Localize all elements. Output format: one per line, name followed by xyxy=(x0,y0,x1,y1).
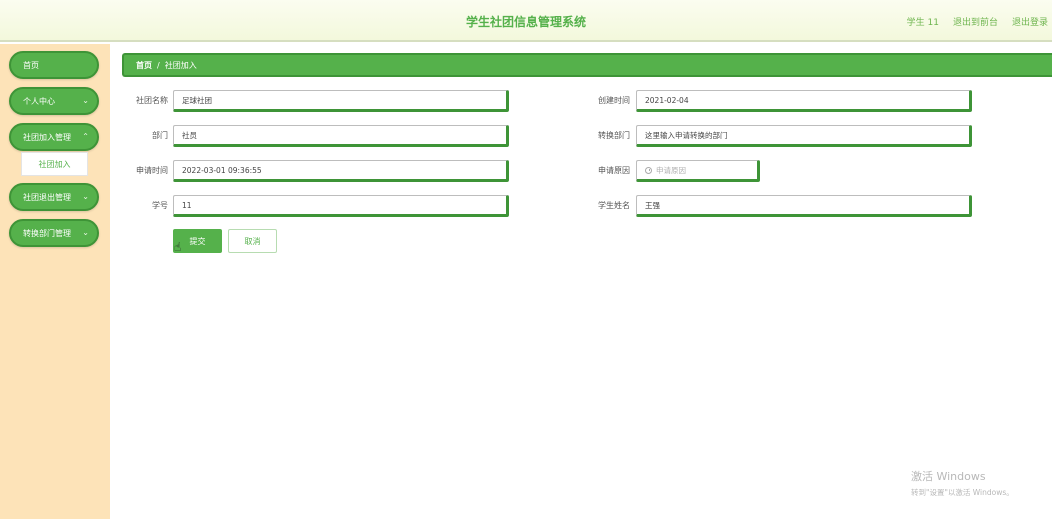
create-time-field[interactable]: 2021-02-04 xyxy=(636,90,972,112)
sidebar-item-home[interactable]: 首页 xyxy=(9,51,99,79)
department-field[interactable]: 社员 xyxy=(173,125,509,147)
transfer-dept-field[interactable]: 这里输入申请转换的部门 xyxy=(636,125,972,147)
clock-icon xyxy=(645,166,652,174)
club-name-field[interactable]: 足球社团 xyxy=(173,90,509,112)
app-title: 学生社团信息管理系统 xyxy=(465,15,586,29)
chevron-up-icon: ⌃ xyxy=(82,132,89,142)
apply-reason-field[interactable]: 申请原因 xyxy=(636,160,760,182)
sidebar-item-label: 个人中心 xyxy=(23,96,55,106)
sidebar-item-label: 社团退出管理 xyxy=(23,192,71,202)
student-no-label: 学号 xyxy=(152,201,168,210)
breadcrumb-current: 社团加入 xyxy=(164,60,197,70)
transfer-dept-label: 转换部门 xyxy=(598,131,630,140)
student-name-label: 学生姓名 xyxy=(598,201,630,210)
apply-reason-placeholder: 申请原因 xyxy=(656,165,686,175)
breadcrumb-home[interactable]: 首页 xyxy=(136,60,152,71)
apply-reason-label: 申请原因 xyxy=(598,166,630,175)
chevron-down-icon: ⌄ xyxy=(82,228,89,238)
breadcrumb-separator: / xyxy=(157,60,160,70)
cancel-button[interactable]: 取消 xyxy=(228,229,277,253)
sidebar-item-label: 社团加入管理 xyxy=(23,132,71,142)
apply-time-field[interactable]: 2022-03-01 09:36:55 xyxy=(173,160,509,182)
sidebar-item-personal-center[interactable]: 个人中心 ⌄ xyxy=(9,87,99,115)
club-name-label: 社团名称 xyxy=(136,96,168,105)
windows-activation-watermark: 激活 Windows 转到"设置"以激活 Windows。 xyxy=(911,468,1014,498)
student-name-field[interactable]: 王强 xyxy=(636,195,972,217)
chevron-down-icon: ⌄ xyxy=(82,96,89,106)
sidebar-item-label: 转换部门管理 xyxy=(23,228,71,238)
sidebar-item-dept-transfer-management[interactable]: 转换部门管理 ⌄ xyxy=(9,219,99,247)
department-label: 部门 xyxy=(152,131,168,140)
header-actions: 学生 11 退出到前台 退出登录 xyxy=(907,15,1048,28)
sidebar-item-label: 首页 xyxy=(23,60,39,70)
breadcrumb: 首页 / 社团加入 xyxy=(122,53,1052,77)
top-header: 学生社团信息管理系统 学生 11 退出到前台 退出登录 xyxy=(0,0,1052,42)
watermark-line2: 转到"设置"以激活 Windows。 xyxy=(911,488,1014,497)
sidebar-item-club-exit-management[interactable]: 社团退出管理 ⌄ xyxy=(9,183,99,211)
create-time-label: 创建时间 xyxy=(598,96,630,105)
sidebar: 首页 个人中心 ⌄ 社团加入管理 ⌃ 社团加入 社团退出管理 ⌄ 转换部门管理 … xyxy=(0,44,110,519)
back-to-front-link[interactable]: 退出到前台 xyxy=(953,15,998,28)
chevron-down-icon: ⌄ xyxy=(82,192,89,202)
current-user[interactable]: 学生 11 xyxy=(907,15,939,28)
watermark-line1: 激活 Windows xyxy=(911,470,986,483)
apply-time-label: 申请时间 xyxy=(136,166,168,175)
sidebar-item-club-join-management[interactable]: 社团加入管理 ⌃ xyxy=(9,123,99,151)
hand-cursor-icon: ☝ xyxy=(174,240,182,254)
logout-link[interactable]: 退出登录 xyxy=(1012,15,1048,28)
student-no-field[interactable]: 11 xyxy=(173,195,509,217)
sidebar-subitem-club-join[interactable]: 社团加入 xyxy=(21,152,88,176)
